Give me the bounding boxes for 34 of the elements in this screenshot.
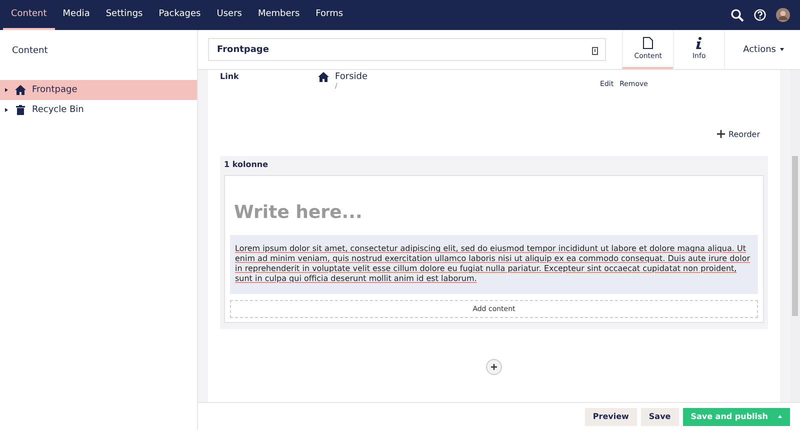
link-title: Forside: [335, 72, 368, 82]
caret-icon[interactable]: [5, 88, 8, 92]
key-icon: [592, 47, 598, 55]
nav-tab[interactable]: Packages: [150, 0, 209, 30]
trash-icon: [16, 105, 24, 115]
rich-text-editor[interactable]: Lorem ipsum dolor sit amet, consectetur adipiscing elit, sed do eiusmod tempor incididunt ut labore et dolore magna aliqua. Ut enim ad minim veniam, quis nostrud exercitation ullamco laboris nisi ut aliquip ex ea commodo consequat. Duis aute irure dolor in reprehenderit in voluptate velit esse cillum dolore eu fugiat nulla pariatur. Excepteur sint occaecat cupidatat non proident, sunt in culpa qui officia deserunt mollit anim id est laborum.: [230, 235, 758, 294]
nav-tab[interactable]: Members: [250, 0, 308, 30]
nav-tab[interactable]: Settings: [98, 0, 151, 30]
plus-icon: [491, 364, 497, 370]
tree-item[interactable]: Recycle Bin: [0, 100, 197, 120]
move-icon: [716, 130, 725, 138]
search-icon[interactable]: [731, 8, 744, 22]
nav-tab[interactable]: Forms: [308, 0, 352, 30]
nav-tab[interactable]: Media: [54, 0, 98, 30]
actions-button[interactable]: Actions: [724, 30, 800, 69]
help-icon[interactable]: [754, 9, 766, 21]
home-icon: [318, 72, 329, 82]
nav-tab[interactable]: Users: [208, 0, 250, 30]
caret-icon[interactable]: [5, 108, 8, 112]
add-row-button[interactable]: [486, 359, 502, 375]
headline-field[interactable]: Write here...: [230, 196, 758, 229]
info-icon: [696, 37, 702, 49]
row-title: 1 kolonne: [224, 160, 270, 171]
property-label: Link: [220, 72, 240, 83]
document-icon: [643, 37, 654, 49]
name-field[interactable]: Frontpage: [208, 38, 606, 61]
reorder-button[interactable]: Reorder: [220, 116, 768, 146]
sidebar-title: Content: [11, 45, 49, 58]
avatar-icon[interactable]: [776, 8, 790, 22]
home-icon: [14, 85, 26, 95]
caret-icon: [780, 48, 784, 51]
tree-item[interactable]: Frontpage: [0, 80, 197, 100]
footer-button[interactable]: Preview: [584, 408, 637, 426]
footer-button[interactable]: Save: [640, 408, 679, 426]
